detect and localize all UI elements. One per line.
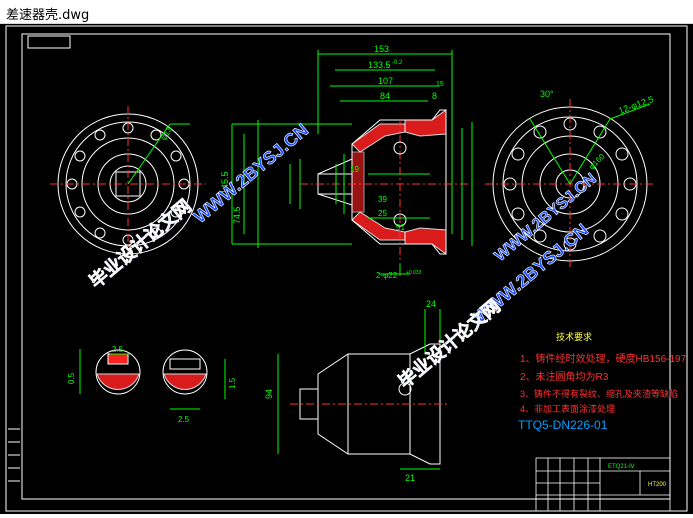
detail-dim-15: 1.5 — [228, 377, 237, 389]
title-material: HT200 — [648, 482, 667, 488]
dim-25: 25 — [378, 209, 387, 218]
dim-133: 133.5 — [368, 60, 391, 70]
detail-dim-25a: 2.5 — [112, 345, 124, 354]
dim-2-22: 2-φ22 — [376, 271, 398, 280]
profile-dim-24: 24 — [426, 299, 436, 309]
watermark-site-1: WWW.2BYSJ.CN — [190, 120, 312, 227]
watermark-cn-2: 毕业设计论文网 — [394, 295, 504, 392]
dim-84: 84 — [380, 91, 390, 101]
dim-2-22-tol: +0.033 — [406, 270, 422, 276]
dim-8: 8 — [432, 91, 437, 101]
angle-30: 30° — [540, 89, 554, 99]
cad-drawing: φ13 153 133.5 -0.2 107 84 8 15 145.5 74.… — [5, 25, 688, 512]
notes-title: 技术要求 — [556, 331, 592, 342]
profile-dim-21: 21 — [405, 473, 415, 483]
window-titlebar: 差速器壳.dwg — [0, 0, 693, 24]
dim-51: 51 — [396, 223, 405, 232]
notes-line4: 4、非加工表面涂漆处理 — [520, 403, 615, 414]
dim-133-tol: -0.2 — [392, 60, 403, 66]
notes-line3: 3、铸件不得有裂纹、缩孔及夹渣等缺陷 — [520, 388, 678, 399]
drawing-canvas[interactable]: φ13 153 133.5 -0.2 107 84 8 15 145.5 74.… — [0, 24, 693, 514]
profile-view — [277, 309, 450, 470]
dim-15: 15 — [436, 81, 444, 88]
notes-line1: 1、铸件经时效处理，硬度HB156-197 — [520, 352, 687, 365]
detail-views — [79, 349, 226, 410]
dim-39: 39 — [378, 195, 387, 204]
corner-code-box — [27, 35, 71, 49]
title-drawing-no: ETQ21-Ⅳ — [608, 464, 635, 470]
dia-160: φ160 — [587, 152, 607, 172]
dim-153: 153 — [374, 44, 389, 54]
detail-dim-05: 0.5 — [67, 372, 76, 384]
notes-line2: 2、未注圆角均为R3 — [520, 370, 609, 383]
left-flange-view — [50, 106, 206, 262]
dim-19: 19 — [350, 165, 359, 174]
detail-dim-25b: 2.5 — [178, 415, 190, 424]
window-title: 差速器壳.dwg — [6, 8, 90, 23]
dim-74: 74.5 — [232, 206, 242, 224]
holes-12: 12-φ12.5 — [617, 94, 655, 116]
dim-107: 107 — [378, 76, 393, 86]
drawing-code: TTQ5-DN226-01 — [518, 418, 608, 432]
profile-dim-94: 94 — [264, 389, 274, 399]
watermark-cn-1: 毕业设计论文网 — [85, 195, 195, 292]
left-edge-marks — [8, 428, 20, 482]
